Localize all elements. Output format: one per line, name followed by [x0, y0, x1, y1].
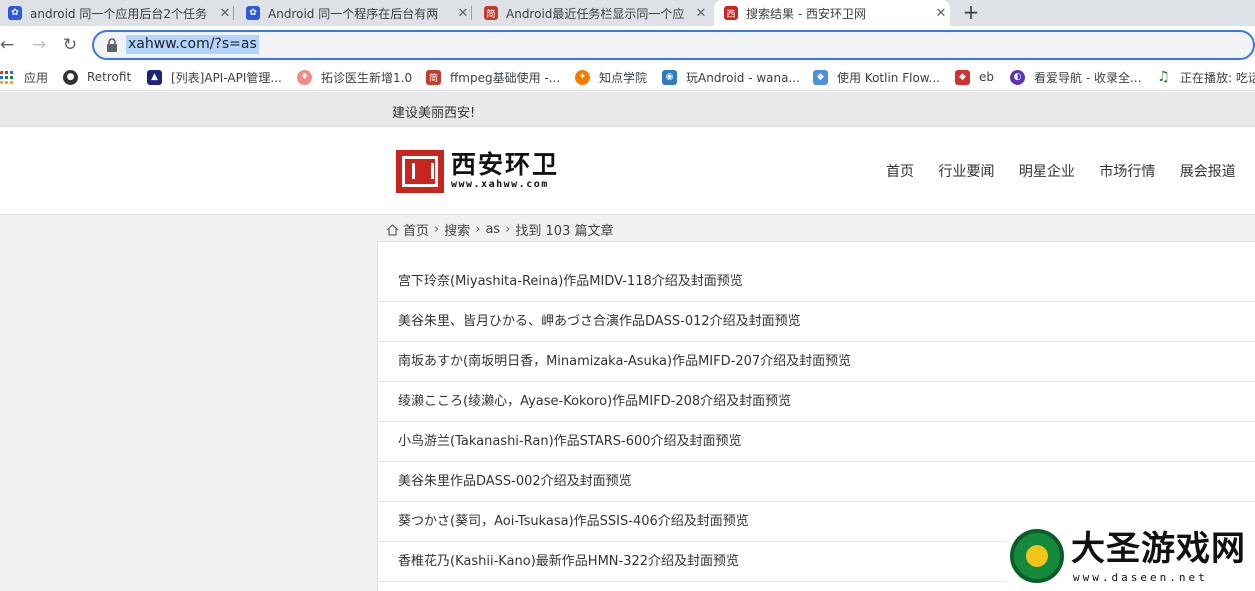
- diamond-icon: ◆: [955, 69, 970, 85]
- tab-title: android 同一个应用后台2个任务: [30, 6, 207, 21]
- close-icon[interactable]: ✕: [216, 6, 234, 21]
- bookmark-ffmpeg[interactable]: 简 ffmpeg基础使用 -...: [426, 69, 560, 85]
- reload-icon[interactable]: ↻: [59, 34, 81, 56]
- site-top-bar: 建设美丽西安!: [0, 92, 1255, 127]
- android-icon: ◉: [662, 69, 677, 85]
- result-item[interactable]: 美谷朱里作品DASS-002介绍及封面预览: [378, 462, 1255, 502]
- bookmark-label: Retrofit: [87, 70, 132, 84]
- music-note-icon: ♫: [1157, 69, 1170, 85]
- watermark-logo-icon: [1010, 529, 1064, 583]
- bookmark-music[interactable]: ♫ 正在播放: 吃话: [1156, 69, 1255, 85]
- bookmark-apps[interactable]: 应用: [0, 69, 48, 85]
- bookmark-label: 正在播放: 吃话: [1180, 70, 1255, 85]
- breadcrumb-query: as: [485, 222, 501, 237]
- jian-icon: 简: [426, 69, 441, 85]
- site-logo-icon: 西: [724, 6, 738, 20]
- bookmark-kanai[interactable]: ◐ 看爱导航 - 收录全...: [1010, 69, 1141, 85]
- bookmark-label: 看爱导航 - 收录全...: [1034, 70, 1142, 85]
- breadcrumb-search[interactable]: 搜索: [444, 220, 470, 239]
- tab-separator: [233, 6, 234, 20]
- address-bar[interactable]: xahww.com/?s=as: [92, 30, 1255, 60]
- breadcrumb-separator: ›: [434, 222, 440, 237]
- bookmark-label: 知点学院: [599, 70, 648, 85]
- nav-item-market[interactable]: 市场行情: [1099, 164, 1155, 180]
- tab-title: Android最近任务栏显示同一个应: [506, 6, 685, 21]
- site-logo-icon: [396, 149, 444, 193]
- close-icon[interactable]: ✕: [692, 6, 710, 21]
- jian-icon: 简: [484, 6, 498, 20]
- bookmark-label: 使用 Kotlin Flow...: [837, 70, 940, 85]
- result-item[interactable]: 美谷朱里、皆月ひかる、岬あづさ合演作品DASS-012介绍及封面预览: [378, 302, 1255, 342]
- paw-icon: ✿: [8, 6, 22, 20]
- flame-icon: ✦: [575, 69, 590, 85]
- forward-arrow-icon[interactable]: →: [28, 34, 50, 56]
- tab-strip: ✿ android 同一个应用后台2个任务 ✕ ✿ Android 同一个程序在…: [0, 0, 1255, 26]
- close-icon[interactable]: ✕: [454, 6, 472, 21]
- site-slogan: 建设美丽西安!: [392, 106, 476, 121]
- web-page: 建设美丽西安! 西安环卫 www.xahww.com 首页 行业要闻 明星企业 …: [0, 92, 1255, 591]
- github-icon: ●: [63, 69, 78, 85]
- watermark-title: 大圣游戏网: [1071, 529, 1246, 569]
- bookmark-api[interactable]: ▲ [列表]API-API管理...: [147, 69, 282, 85]
- logo-url: www.xahww.com: [451, 179, 549, 190]
- browser-toolbar: ← → ↻ xahww.com/?s=as: [0, 26, 1255, 64]
- logo-title: 西安环卫: [451, 150, 560, 179]
- nav-item-star-companies[interactable]: 明星企业: [1019, 164, 1075, 180]
- tab-4-active[interactable]: 西 搜索结果 - 西安环卫网 ✕: [714, 0, 950, 26]
- bookmark-wanandroid[interactable]: ◉ 玩Android - wana...: [662, 69, 800, 85]
- back-arrow-icon[interactable]: ←: [0, 34, 18, 56]
- home-icon: [386, 223, 399, 236]
- bookmark-label: eb: [979, 70, 994, 84]
- tab-title: 搜索结果 - 西安环卫网: [746, 6, 866, 21]
- paw-icon: ✿: [246, 6, 260, 20]
- nav-icon: ◐: [1010, 69, 1025, 85]
- tab-title: Android 同一个程序在后台有两: [268, 6, 439, 21]
- close-icon[interactable]: ✕: [932, 6, 950, 21]
- tab-1[interactable]: ✿ android 同一个应用后台2个任务 ✕: [0, 0, 234, 26]
- bookmark-zhidian[interactable]: ✦ 知点学院: [575, 69, 647, 85]
- nav-item-expo[interactable]: 展会报道: [1180, 164, 1236, 180]
- api-icon: ▲: [147, 69, 162, 85]
- kotlin-icon: ◆: [813, 69, 828, 85]
- breadcrumb-separator: ›: [505, 222, 511, 237]
- watermark: 大圣游戏网 www.daseen.net: [1005, 520, 1255, 591]
- tab-3[interactable]: 简 Android最近任务栏显示同一个应 ✕: [476, 0, 710, 26]
- result-item[interactable]: 南坂あすか(南坂明日香，Minamizaka-Asuka)作品MIFD-207介…: [378, 342, 1255, 382]
- watermark-url: www.daseen.net: [1073, 571, 1208, 584]
- tab-separator: [471, 6, 472, 20]
- new-tab-button[interactable]: +: [958, 0, 984, 26]
- result-count: 找到 103 篇文章: [515, 224, 614, 239]
- bookmark-eb[interactable]: ◆ eb: [955, 69, 994, 85]
- bookmark-label: 拓诊医生新增1.0: [321, 70, 413, 85]
- url-text[interactable]: xahww.com/?s=as: [126, 35, 259, 54]
- bookmark-label: 玩Android - wana...: [686, 70, 800, 85]
- bookmark-label: ffmpeg基础使用 -...: [450, 70, 561, 85]
- lock-icon: [107, 38, 117, 52]
- pin-icon: ♦: [297, 69, 312, 85]
- apps-grid-icon: [0, 70, 13, 84]
- breadcrumb-separator: ›: [475, 222, 481, 237]
- breadcrumb: 首页 › 搜索 › as › 找到 103 篇文章: [386, 220, 613, 239]
- site-logo[interactable]: 西安环卫 www.xahww.com: [396, 149, 559, 193]
- breadcrumb-home[interactable]: 首页: [403, 220, 429, 239]
- bookmarks-bar: 应用 ● Retrofit ▲ [列表]API-API管理... ♦ 拓诊医生新…: [0, 64, 1255, 91]
- bookmark-kotlin[interactable]: ◆ 使用 Kotlin Flow...: [813, 69, 940, 85]
- result-item[interactable]: 宫下玲奈(Miyashita-Reina)作品MIDV-118介绍及封面预览: [378, 262, 1255, 302]
- nav-item-industry-news[interactable]: 行业要闻: [938, 164, 994, 180]
- nav-item-home[interactable]: 首页: [886, 164, 914, 180]
- main-nav: 首页 行业要闻 明星企业 市场行情 展会报道 各地: [886, 161, 1255, 181]
- result-item[interactable]: 绫濑こころ(绫濑心，Ayase-Kokoro)作品MIFD-208介绍及封面预览: [378, 382, 1255, 422]
- result-item[interactable]: 小鸟游兰(Takanashi-Ran)作品STARS-600介绍及封面预览: [378, 422, 1255, 462]
- bookmark-label: 应用: [24, 70, 49, 85]
- site-header: 西安环卫 www.xahww.com 首页 行业要闻 明星企业 市场行情 展会报…: [0, 127, 1255, 215]
- tab-2[interactable]: ✿ Android 同一个程序在后台有两 ✕: [238, 0, 472, 26]
- bookmark-doctor[interactable]: ♦ 拓诊医生新增1.0: [297, 69, 412, 85]
- bookmark-label: [列表]API-API管理...: [171, 70, 282, 85]
- bookmark-retrofit[interactable]: ● Retrofit: [63, 69, 131, 85]
